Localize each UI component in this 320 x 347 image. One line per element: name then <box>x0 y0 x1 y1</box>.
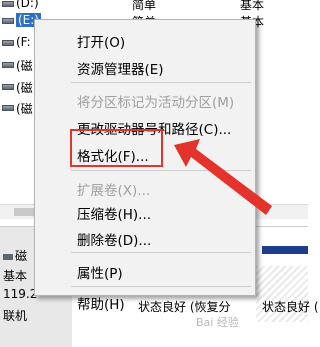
volume-icon <box>2 18 14 24</box>
highlight-box <box>70 129 163 167</box>
menu-item-shrink-volume[interactable]: 压缩卷(H)... <box>77 203 151 223</box>
menu-separator <box>71 252 251 253</box>
watermark: Bai 经验 <box>196 316 239 329</box>
partition-status: 状态良好 ( <box>262 300 319 314</box>
volume-name: (D:) <box>16 0 39 10</box>
volume-icon <box>2 1 14 7</box>
menu-item-extend-volume[interactable]: 扩展卷(X)... <box>77 179 150 199</box>
disk-status: 联机 <box>3 309 28 323</box>
volume-name: (F: <box>16 35 31 49</box>
volume-icon <box>2 84 14 90</box>
menu-separator <box>71 286 251 287</box>
disk-icon-label: 磁 <box>3 247 27 264</box>
menu-item-help[interactable]: 帮助(H) <box>77 293 125 313</box>
menu-separator <box>71 170 251 171</box>
menu-item-delete-volume[interactable]: 删除卷(D)... <box>77 229 151 249</box>
volume-name: (磁 <box>16 102 33 116</box>
volume-name: (磁 <box>16 59 33 73</box>
disk-icon <box>3 254 13 260</box>
partition-header-bar <box>262 246 308 254</box>
menu-item-open[interactable]: 打开(O) <box>77 31 125 51</box>
menu-item-explorer[interactable]: 资源管理器(E) <box>77 58 164 78</box>
volume-icon <box>2 105 14 111</box>
disk-type: 基本 <box>3 269 28 283</box>
disk-label: 磁 <box>15 249 28 263</box>
menu-item-properties[interactable]: 属性(P) <box>77 262 123 282</box>
partition-status: 状态良好 (恢复分 <box>138 300 231 314</box>
volume-icon <box>2 62 14 68</box>
menu-item-mark-active[interactable]: 将分区标记为活动分区(M) <box>77 91 234 111</box>
menu-separator <box>71 82 251 83</box>
disk-size: 119.2 <box>3 287 38 301</box>
volume-icon <box>2 40 14 46</box>
volume-name: (磁 <box>16 81 33 95</box>
